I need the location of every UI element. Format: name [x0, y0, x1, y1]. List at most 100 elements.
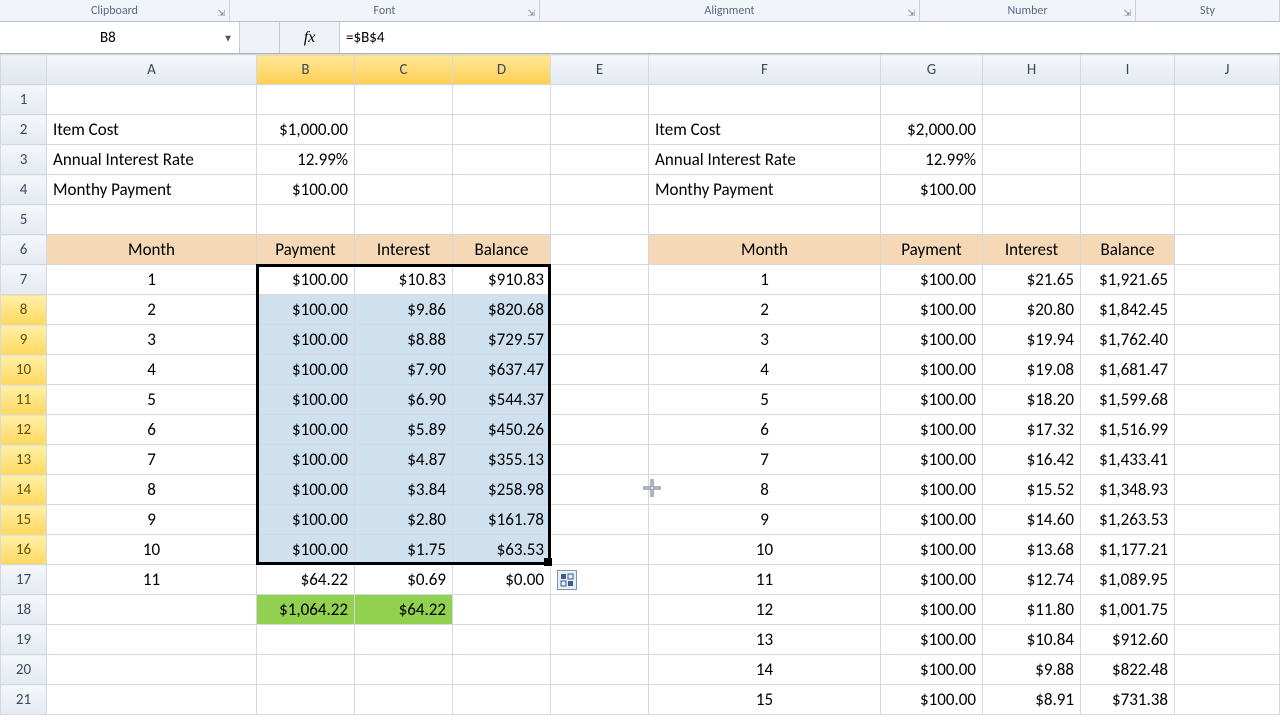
cell-G6[interactable]: Payment — [881, 235, 983, 265]
cell-A3[interactable]: Annual Interest Rate — [47, 145, 257, 175]
cell-B11[interactable]: $100.00 — [257, 385, 355, 415]
ribbon-group-font[interactable]: Font ⇲ — [230, 0, 540, 21]
cell-G14[interactable]: $100.00 — [881, 475, 983, 505]
cell-J21[interactable] — [1175, 685, 1280, 715]
cell-A1[interactable] — [47, 85, 257, 115]
cell-D2[interactable] — [453, 115, 551, 145]
cell-D9[interactable]: $729.57 — [453, 325, 551, 355]
cell-B4[interactable]: $100.00 — [257, 175, 355, 205]
cell-F1[interactable] — [649, 85, 881, 115]
cell-D3[interactable] — [453, 145, 551, 175]
cell-E18[interactable] — [551, 595, 649, 625]
cell-B8[interactable]: $100.00 — [257, 295, 355, 325]
cell-G21[interactable]: $100.00 — [881, 685, 983, 715]
cell-F16[interactable]: 10 — [649, 535, 881, 565]
cell-J7[interactable] — [1175, 265, 1280, 295]
cell-E16[interactable] — [551, 535, 649, 565]
cell-A4[interactable]: Monthy Payment — [47, 175, 257, 205]
row-header-16[interactable]: 16 — [1, 535, 47, 565]
cell-C9[interactable]: $8.88 — [355, 325, 453, 355]
cell-F13[interactable]: 7 — [649, 445, 881, 475]
cell-I8[interactable]: $1,842.45 — [1081, 295, 1175, 325]
cell-J20[interactable] — [1175, 655, 1280, 685]
ribbon-group-styles[interactable]: Sty — [1136, 0, 1280, 21]
cell-C6[interactable]: Interest — [355, 235, 453, 265]
cell-B7[interactable]: $100.00 — [257, 265, 355, 295]
cell-B12[interactable]: $100.00 — [257, 415, 355, 445]
cell-A12[interactable]: 6 — [47, 415, 257, 445]
cell-I18[interactable]: $1,001.75 — [1081, 595, 1175, 625]
cell-G17[interactable]: $100.00 — [881, 565, 983, 595]
row-header-9[interactable]: 9 — [1, 325, 47, 355]
cell-J10[interactable] — [1175, 355, 1280, 385]
cell-J8[interactable] — [1175, 295, 1280, 325]
cell-I19[interactable]: $912.60 — [1081, 625, 1175, 655]
cell-F9[interactable]: 3 — [649, 325, 881, 355]
cell-I1[interactable] — [1081, 85, 1175, 115]
column-header-J[interactable]: J — [1175, 55, 1280, 85]
cell-C12[interactable]: $5.89 — [355, 415, 453, 445]
row-header-18[interactable]: 18 — [1, 595, 47, 625]
cell-I14[interactable]: $1,348.93 — [1081, 475, 1175, 505]
cell-J9[interactable] — [1175, 325, 1280, 355]
cell-F3[interactable]: Annual Interest Rate — [649, 145, 881, 175]
cell-H12[interactable]: $17.32 — [983, 415, 1081, 445]
cell-E19[interactable] — [551, 625, 649, 655]
cell-E10[interactable] — [551, 355, 649, 385]
cell-C8[interactable]: $9.86 — [355, 295, 453, 325]
cell-C3[interactable] — [355, 145, 453, 175]
cell-A17[interactable]: 11 — [47, 565, 257, 595]
cell-D7[interactable]: $910.83 — [453, 265, 551, 295]
row-header-10[interactable]: 10 — [1, 355, 47, 385]
cell-H4[interactable] — [983, 175, 1081, 205]
cell-F7[interactable]: 1 — [649, 265, 881, 295]
cell-I5[interactable] — [1081, 205, 1175, 235]
dialog-launcher-icon[interactable]: ⇲ — [527, 8, 535, 19]
row-header-8[interactable]: 8 — [1, 295, 47, 325]
cell-H20[interactable]: $9.88 — [983, 655, 1081, 685]
fx-button[interactable]: fx — [280, 22, 340, 53]
cell-C1[interactable] — [355, 85, 453, 115]
cell-J19[interactable] — [1175, 625, 1280, 655]
cell-B10[interactable]: $100.00 — [257, 355, 355, 385]
cell-E13[interactable] — [551, 445, 649, 475]
cell-G10[interactable]: $100.00 — [881, 355, 983, 385]
cell-I20[interactable]: $822.48 — [1081, 655, 1175, 685]
cell-H6[interactable]: Interest — [983, 235, 1081, 265]
cell-C17[interactable]: $0.69 — [355, 565, 453, 595]
ribbon-group-alignment[interactable]: Alignment ⇲ — [540, 0, 920, 21]
cell-F12[interactable]: 6 — [649, 415, 881, 445]
cell-B20[interactable] — [257, 655, 355, 685]
cell-D1[interactable] — [453, 85, 551, 115]
cell-G7[interactable]: $100.00 — [881, 265, 983, 295]
cell-J17[interactable] — [1175, 565, 1280, 595]
cell-H3[interactable] — [983, 145, 1081, 175]
row-header-15[interactable]: 15 — [1, 505, 47, 535]
autofill-options-button[interactable] — [557, 570, 577, 590]
cell-G12[interactable]: $100.00 — [881, 415, 983, 445]
cell-C10[interactable]: $7.90 — [355, 355, 453, 385]
cell-D8[interactable]: $820.68 — [453, 295, 551, 325]
cell-D14[interactable]: $258.98 — [453, 475, 551, 505]
cell-I16[interactable]: $1,177.21 — [1081, 535, 1175, 565]
cell-J14[interactable] — [1175, 475, 1280, 505]
row-header-17[interactable]: 17 — [1, 565, 47, 595]
cell-F2[interactable]: Item Cost — [649, 115, 881, 145]
cell-C13[interactable]: $4.87 — [355, 445, 453, 475]
cell-I13[interactable]: $1,433.41 — [1081, 445, 1175, 475]
cell-C7[interactable]: $10.83 — [355, 265, 453, 295]
cell-A8[interactable]: 2 — [47, 295, 257, 325]
column-header-E[interactable]: E — [551, 55, 649, 85]
cell-F20[interactable]: 14 — [649, 655, 881, 685]
cell-G20[interactable]: $100.00 — [881, 655, 983, 685]
cell-H2[interactable] — [983, 115, 1081, 145]
cell-D21[interactable] — [453, 685, 551, 715]
dialog-launcher-icon[interactable]: ⇲ — [1123, 8, 1131, 19]
cell-A10[interactable]: 4 — [47, 355, 257, 385]
cell-B3[interactable]: 12.99% — [257, 145, 355, 175]
cell-I4[interactable] — [1081, 175, 1175, 205]
cell-H21[interactable]: $8.91 — [983, 685, 1081, 715]
cell-H9[interactable]: $19.94 — [983, 325, 1081, 355]
cell-C5[interactable] — [355, 205, 453, 235]
cell-H16[interactable]: $13.68 — [983, 535, 1081, 565]
